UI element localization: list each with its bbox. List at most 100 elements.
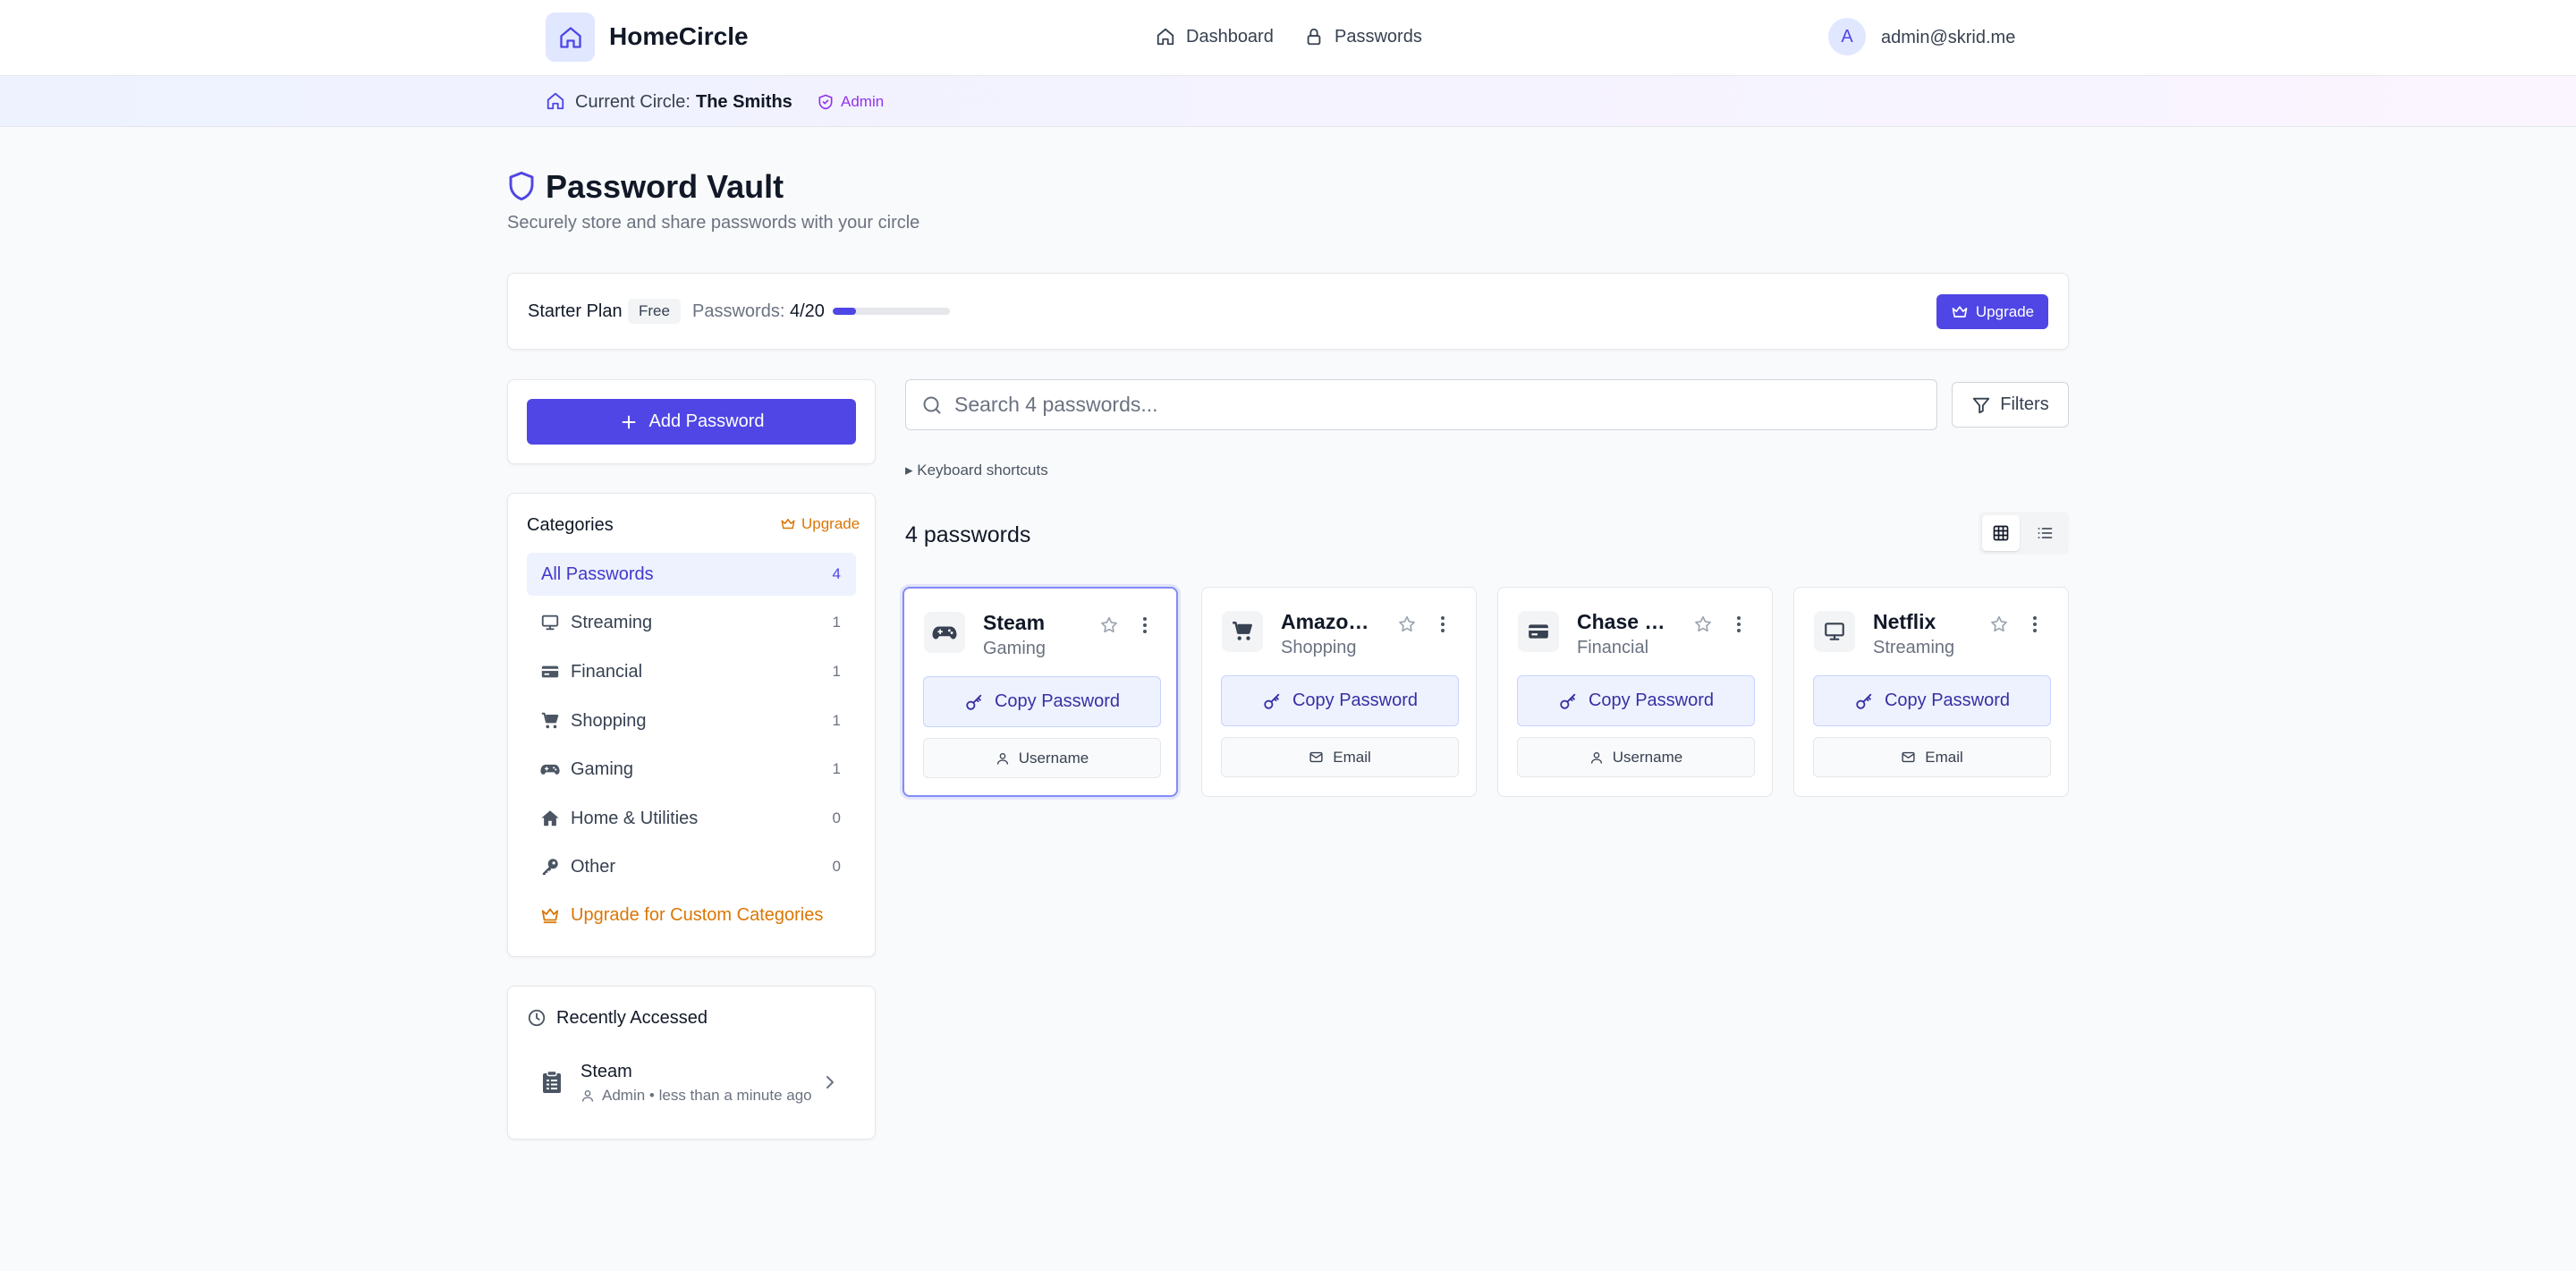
credit-card-icon — [541, 665, 559, 678]
nav-dashboard[interactable]: Dashboard — [1156, 23, 1274, 50]
more-vertical-icon[interactable] — [1140, 615, 1149, 635]
copy-password-button[interactable]: Copy Password — [1221, 675, 1459, 726]
circle-bar — [0, 76, 2576, 127]
clipboard-icon — [542, 1071, 562, 1094]
copy-password-label: Copy Password — [1884, 691, 2011, 710]
categories-upgrade-link[interactable]: Upgrade — [780, 513, 860, 535]
home-icon — [559, 26, 581, 48]
grid-view-button[interactable] — [1982, 515, 2020, 551]
copy-email-button[interactable]: Email — [1813, 737, 2051, 777]
category-label: Home & Utilities — [571, 808, 699, 828]
category-label: Streaming — [571, 612, 653, 632]
home-icon — [1157, 28, 1174, 46]
card-name: Chase B… — [1577, 610, 1677, 633]
recent-title: Recently Accessed — [556, 1008, 708, 1028]
category-count: 1 — [832, 663, 841, 680]
circle-name[interactable]: The Smiths — [696, 91, 792, 113]
gamepad-icon — [540, 764, 560, 775]
brand-logo[interactable] — [546, 13, 595, 62]
more-vertical-icon[interactable] — [1438, 614, 1447, 634]
top-navbar — [0, 0, 2576, 76]
star-icon[interactable] — [1099, 615, 1119, 635]
mail-icon — [1309, 751, 1323, 763]
category-other[interactable]: Other 0 — [527, 845, 856, 888]
avatar[interactable]: A — [1828, 18, 1866, 55]
shield-icon — [507, 170, 536, 202]
card-icon-box — [1814, 611, 1855, 652]
shield-check-icon — [818, 94, 833, 110]
recent-item[interactable] — [527, 1041, 856, 1122]
user-icon — [1590, 751, 1602, 764]
password-card-netflix[interactable]: Netflix Streaming Copy Password Email — [1793, 587, 2069, 797]
category-label: Gaming — [571, 758, 634, 779]
secondary-copy-label: Username — [1612, 748, 1683, 766]
monitor-icon — [541, 614, 559, 631]
copy-username-button[interactable]: Username — [923, 738, 1161, 778]
secondary-copy-label: Username — [1018, 749, 1089, 767]
password-card-chase[interactable]: Chase B… Financial Copy Password Usernam… — [1497, 587, 1773, 797]
category-label: Other — [571, 856, 616, 877]
nav-passwords-label: Passwords — [1335, 26, 1422, 47]
card-category: Streaming — [1873, 638, 1955, 657]
category-count: 0 — [832, 858, 841, 875]
crown-icon — [541, 908, 559, 924]
usage-progress-bar — [833, 308, 950, 315]
upgrade-custom-categories[interactable]: Upgrade for Custom Categories — [527, 894, 856, 936]
keyboard-shortcuts-toggle[interactable]: ▸ Keyboard shortcuts — [905, 461, 1048, 480]
user-email[interactable]: admin@skrid.me — [1881, 27, 2015, 48]
recent-item-meta-text: Admin • less than a minute ago — [602, 1087, 812, 1104]
copy-password-button[interactable]: Copy Password — [1813, 675, 2051, 726]
recent-item-name: Steam — [580, 1062, 632, 1081]
category-shopping[interactable]: Shopping 1 — [527, 699, 856, 742]
gamepad-icon — [932, 626, 957, 640]
search-input[interactable] — [954, 380, 1920, 429]
copy-password-label: Copy Password — [994, 691, 1121, 711]
category-all-passwords[interactable]: All Passwords 4 — [527, 553, 856, 596]
card-category: Shopping — [1281, 638, 1357, 657]
nav-passwords[interactable]: Passwords — [1304, 23, 1422, 50]
plan-name: Starter Plan — [528, 301, 623, 321]
category-gaming[interactable]: Gaming 1 — [527, 748, 856, 791]
plan-badge: Free — [628, 299, 681, 324]
nav-dashboard-label: Dashboard — [1186, 26, 1274, 47]
recent-item-meta: Admin • less than a minute ago — [580, 1086, 812, 1106]
categories-upgrade-label: Upgrade — [801, 515, 860, 532]
user-icon — [996, 752, 1008, 765]
category-label: Financial — [571, 661, 643, 682]
upgrade-button-label: Upgrade — [1975, 302, 2035, 320]
category-home-utilities[interactable]: Home & Utilities 0 — [527, 797, 856, 840]
copy-password-label: Copy Password — [1292, 691, 1419, 710]
card-icon-box — [1518, 611, 1559, 652]
filters-button[interactable]: Filters — [1952, 382, 2069, 428]
add-password-button[interactable]: Add Password — [527, 399, 856, 445]
star-icon[interactable] — [1397, 614, 1417, 634]
category-count: 1 — [832, 712, 841, 729]
upgrade-button[interactable]: Upgrade — [1936, 294, 2048, 329]
list-view-button[interactable] — [2026, 515, 2063, 551]
more-vertical-icon[interactable] — [1734, 614, 1743, 634]
page-title: Password Vault — [546, 168, 784, 205]
list-icon — [2038, 528, 2053, 538]
password-card-amazon[interactable]: Amazon… Shopping Copy Password Email — [1201, 587, 1477, 797]
category-streaming[interactable]: Streaming 1 — [527, 601, 856, 644]
password-card-steam[interactable]: Steam Gaming Copy Password Username — [902, 587, 1178, 797]
lock-icon — [1307, 28, 1321, 46]
cart-icon — [1233, 622, 1252, 640]
category-financial[interactable]: Financial 1 — [527, 650, 856, 693]
brand-name[interactable]: HomeCircle — [609, 21, 749, 52]
copy-username-button[interactable]: Username — [1517, 737, 1755, 777]
key-outline-icon — [966, 694, 982, 710]
card-icon-box — [924, 612, 965, 653]
copy-password-button[interactable]: Copy Password — [923, 676, 1161, 727]
page-subtitle: Securely store and share passwords with … — [507, 213, 920, 233]
more-vertical-icon[interactable] — [2030, 614, 2039, 634]
search-box[interactable] — [905, 379, 1937, 430]
star-icon[interactable] — [1693, 614, 1713, 634]
copy-password-button[interactable]: Copy Password — [1517, 675, 1755, 726]
categories-title: Categories — [527, 515, 614, 535]
card-name: Netflix — [1873, 610, 1936, 633]
copy-email-button[interactable]: Email — [1221, 737, 1459, 777]
star-icon[interactable] — [1989, 614, 2009, 634]
filters-label: Filters — [2000, 394, 2049, 414]
card-icon-box — [1222, 611, 1263, 652]
